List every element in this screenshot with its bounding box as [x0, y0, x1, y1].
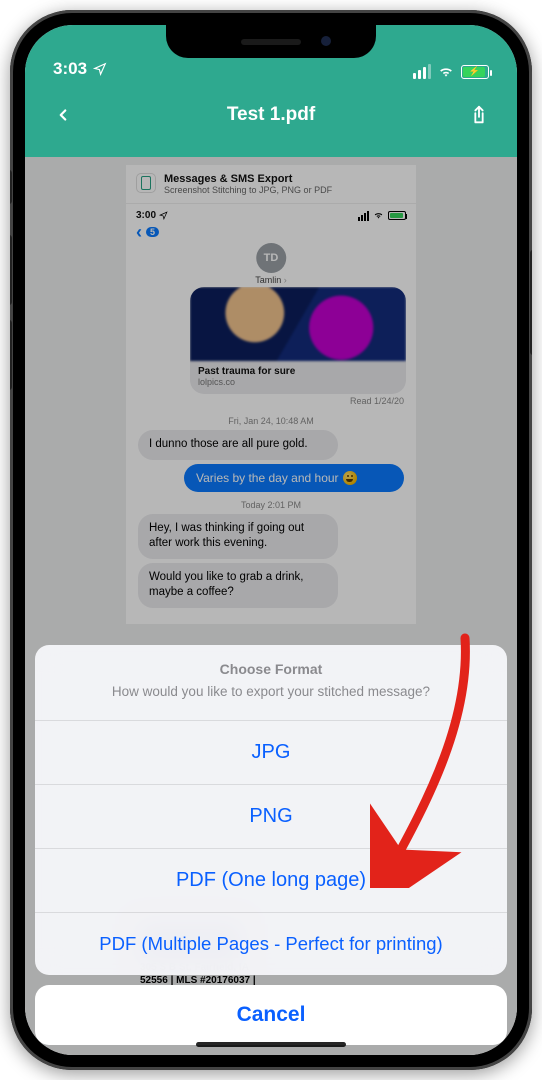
status-time: 3:03	[53, 59, 87, 79]
cancel-button[interactable]: Cancel	[35, 985, 507, 1045]
content-area: Messages & SMS Export Screenshot Stitchi…	[25, 157, 517, 1055]
home-indicator[interactable]	[196, 1042, 346, 1047]
notch	[166, 25, 376, 58]
option-png[interactable]: PNG	[35, 784, 507, 848]
power-button	[530, 250, 532, 355]
option-pdf-one-page[interactable]: PDF (One long page)	[35, 848, 507, 912]
back-button[interactable]	[43, 102, 83, 128]
chevron-left-icon	[54, 102, 72, 128]
front-camera	[321, 36, 331, 46]
option-pdf-multi-page[interactable]: PDF (Multiple Pages - Perfect for printi…	[35, 912, 507, 975]
share-button[interactable]	[459, 102, 499, 128]
share-icon	[468, 102, 490, 128]
silence-switch	[10, 170, 12, 204]
battery-icon: ⚡	[461, 65, 489, 79]
volume-down-button	[10, 320, 12, 390]
wifi-icon	[437, 65, 455, 79]
nav-bar: Test 1.pdf	[25, 81, 517, 157]
volume-up-button	[10, 235, 12, 305]
action-sheet: Choose Format How would you like to expo…	[25, 645, 517, 1055]
earpiece	[241, 39, 301, 45]
sheet-title: Choose Format	[53, 661, 489, 677]
cellular-icon	[413, 64, 431, 79]
sheet-subtitle: How would you like to export your stitch…	[53, 683, 489, 702]
location-icon	[93, 62, 107, 76]
screen: 3:03 ⚡	[25, 25, 517, 1055]
phone-frame: 3:03 ⚡	[10, 10, 532, 1070]
page-title: Test 1.pdf	[227, 104, 315, 126]
option-jpg[interactable]: JPG	[35, 721, 507, 784]
